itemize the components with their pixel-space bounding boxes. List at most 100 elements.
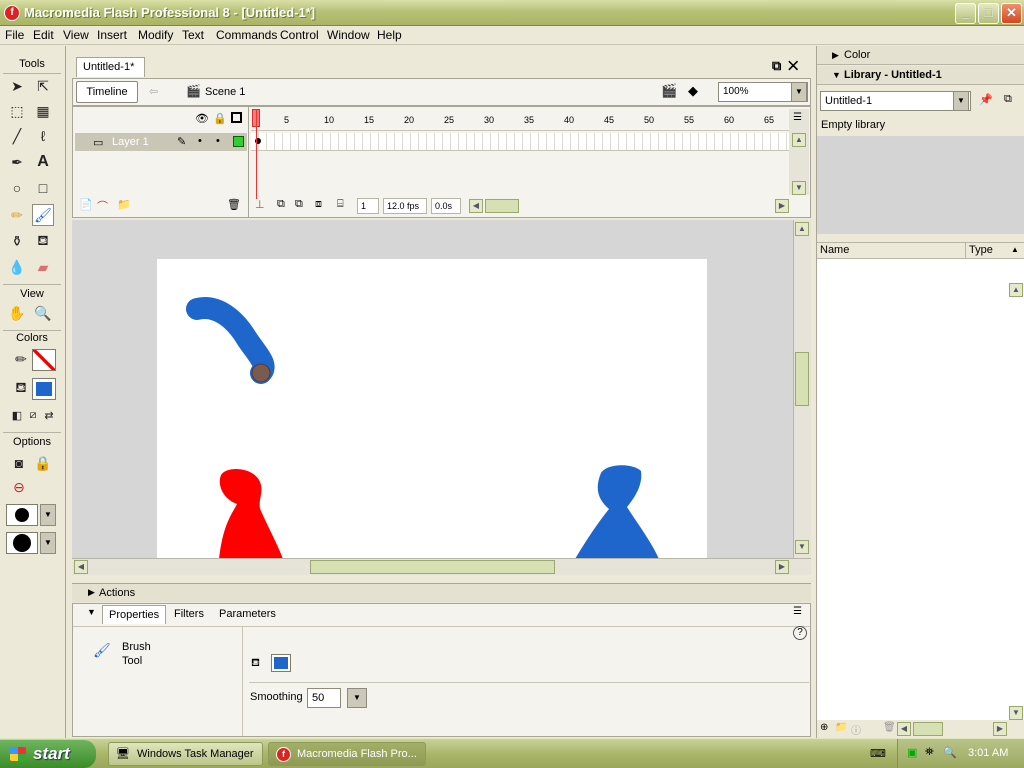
menu-view[interactable]: View (63, 28, 89, 42)
pencil-tool-icon[interactable]: ✏ (6, 204, 28, 226)
stage-canvas[interactable] (157, 259, 707, 558)
layer-visible-dot[interactable]: • (198, 135, 202, 147)
menu-help[interactable]: Help (377, 28, 402, 42)
insert-folder-icon[interactable]: 📁 (117, 198, 131, 211)
gradient-transform-tool-icon[interactable]: ▦ (32, 100, 54, 122)
library-scroll-right-icon[interactable]: ▶ (993, 722, 1007, 736)
menu-commands[interactable]: Commands (216, 28, 277, 42)
fill-color-swatch[interactable] (32, 378, 56, 400)
arrow-tool-icon[interactable]: ➤ (6, 75, 28, 97)
menu-text[interactable]: Text (182, 28, 204, 42)
new-folder-icon[interactable]: 📁 (835, 722, 847, 733)
brush-size-dropdown-icon[interactable]: ▼ (40, 504, 56, 526)
menu-insert[interactable]: Insert (97, 28, 127, 42)
blue-figure-shape[interactable] (575, 465, 659, 558)
stage-area[interactable] (72, 220, 793, 558)
maximize-button[interactable]: □ (978, 3, 999, 24)
properties-menu-icon[interactable]: ☰ (793, 606, 802, 617)
delete-layer-icon[interactable]: 🗑 (227, 198, 241, 211)
paint-bucket-tool-icon[interactable]: ⛾ (32, 230, 54, 252)
frames-scroll-thumb[interactable] (485, 199, 519, 213)
menu-edit[interactable]: Edit (33, 28, 54, 42)
layer-outline-color[interactable] (233, 136, 244, 147)
timeline-toggle-button[interactable]: Timeline (76, 81, 138, 103)
brush-size-select[interactable] (6, 504, 38, 526)
stage-scroll-down-icon[interactable]: ▼ (795, 540, 809, 554)
properties-icon[interactable]: ⓘ (851, 722, 861, 737)
brush-shape-select[interactable] (6, 532, 38, 554)
column-name[interactable]: Name (820, 244, 849, 256)
stage-vscroll-thumb[interactable] (795, 352, 809, 406)
zoom-tool-icon[interactable]: 🔍 (32, 302, 54, 324)
library-panel-header[interactable]: ▼ Library - Untitled-1 (817, 66, 1024, 85)
library-scroll-up-icon[interactable]: ▲ (1009, 283, 1023, 297)
blue-brush-stroke[interactable] (186, 297, 275, 384)
oval-tool-icon[interactable]: ○ (6, 177, 28, 199)
library-collapse-icon[interactable]: ▼ (832, 70, 841, 80)
show-hide-all-icon[interactable]: 👁 (195, 112, 209, 125)
color-panel-header[interactable]: ▶ Color (817, 46, 1024, 65)
sort-arrow-icon[interactable]: ▲ (1011, 245, 1019, 254)
ink-bottle-tool-icon[interactable]: ⚱ (6, 230, 28, 252)
stage-vscroll[interactable]: ▲ ▼ (793, 220, 811, 558)
tab-filters[interactable]: Filters (174, 608, 204, 620)
menu-modify[interactable]: Modify (138, 28, 173, 42)
frames-scroll-left-icon[interactable]: ◀ (469, 199, 483, 213)
free-transform-tool-icon[interactable]: ⬚ (6, 100, 28, 122)
collapse-arrow-icon[interactable]: ▼ (87, 607, 96, 617)
frame-grid[interactable] (251, 133, 789, 151)
new-library-panel-icon[interactable]: ⧉ (1004, 93, 1012, 106)
eraser-tool-icon[interactable]: ▰ (32, 256, 54, 278)
timeline-menu-icon[interactable]: ☰ (793, 112, 802, 123)
properties-fill-swatch[interactable] (271, 654, 291, 672)
start-button[interactable]: start (0, 740, 96, 768)
close-button[interactable]: ✕ (1001, 3, 1022, 24)
edit-symbols-icon[interactable]: ◆ (688, 83, 698, 99)
edit-scene-icon[interactable]: 🎬 (661, 83, 677, 99)
subselect-tool-icon[interactable]: ⇱ (32, 75, 54, 97)
rectangle-tool-icon[interactable]: □ (32, 177, 54, 199)
tab-properties[interactable]: Properties (102, 605, 167, 624)
actions-panel-header[interactable]: ▶ Actions (72, 583, 811, 602)
library-scroll-left-icon[interactable]: ◀ (897, 722, 911, 736)
document-close-icon[interactable]: ✕ (788, 58, 805, 73)
library-scroll-down-icon[interactable]: ▼ (1009, 706, 1023, 720)
zoom-dropdown-icon[interactable]: ▼ (791, 82, 807, 102)
lock-fill-icon[interactable]: 🔒 (32, 452, 54, 474)
taskbar-item-task-manager[interactable]: 🖥 Windows Task Manager (108, 742, 263, 766)
library-item-list[interactable]: Name Type ▲ ▲ ▼ (817, 242, 1024, 720)
line-tool-icon[interactable]: ╱ (6, 125, 28, 147)
brush-mode-icon[interactable]: ⊖ (8, 476, 30, 498)
frames-scroll-right-icon[interactable]: ▶ (775, 199, 789, 213)
library-delete-icon[interactable]: 🗑 (883, 722, 896, 733)
clock[interactable]: 3:01 AM (968, 747, 1008, 759)
layer-lock-dot[interactable]: • (216, 135, 220, 147)
back-arrow-icon[interactable]: ⇦ (149, 85, 158, 98)
restore-icon[interactable]: ⧉ (772, 58, 788, 73)
smoothing-input[interactable]: 50 (307, 688, 341, 708)
library-document-select[interactable]: Untitled-1 (820, 91, 971, 111)
edit-multiple-frames-icon[interactable]: ⧈ (315, 198, 322, 211)
layer-name[interactable]: Layer 1 (112, 136, 149, 148)
tray-network-icon[interactable]: ⛯ (925, 746, 934, 759)
library-select-dropdown-icon[interactable]: ▼ (953, 91, 969, 111)
stage-scroll-left-icon[interactable]: ◀ (74, 560, 88, 574)
expand-arrow-icon[interactable]: ▶ (88, 587, 95, 598)
frame-ruler[interactable]: 1 5 10 15 20 25 30 35 40 45 50 55 60 65 (251, 109, 789, 131)
document-tab[interactable]: Untitled-1* (76, 57, 145, 77)
insert-layer-icon[interactable]: 📄 (79, 198, 93, 211)
outline-all-icon[interactable] (231, 112, 242, 123)
actions-label[interactable]: Actions (99, 587, 135, 599)
eyedropper-tool-icon[interactable]: 💧 (6, 256, 28, 278)
center-frame-icon[interactable]: ⊥ (255, 198, 265, 211)
tray-monitor-icon[interactable]: ▣ (907, 746, 917, 759)
column-type[interactable]: Type (969, 244, 993, 256)
flash-app-icon[interactable]: f (4, 5, 20, 21)
menu-file[interactable]: File (5, 28, 24, 42)
tab-parameters[interactable]: Parameters (219, 608, 276, 620)
stage-scroll-right-icon[interactable]: ▶ (775, 560, 789, 574)
scene-label[interactable]: Scene 1 (205, 86, 245, 98)
onion-skin-outlines-icon[interactable]: ⧉ (295, 198, 303, 211)
library-hscroll-thumb[interactable] (913, 722, 943, 736)
library-panel-label[interactable]: Library - Untitled-1 (844, 69, 942, 81)
